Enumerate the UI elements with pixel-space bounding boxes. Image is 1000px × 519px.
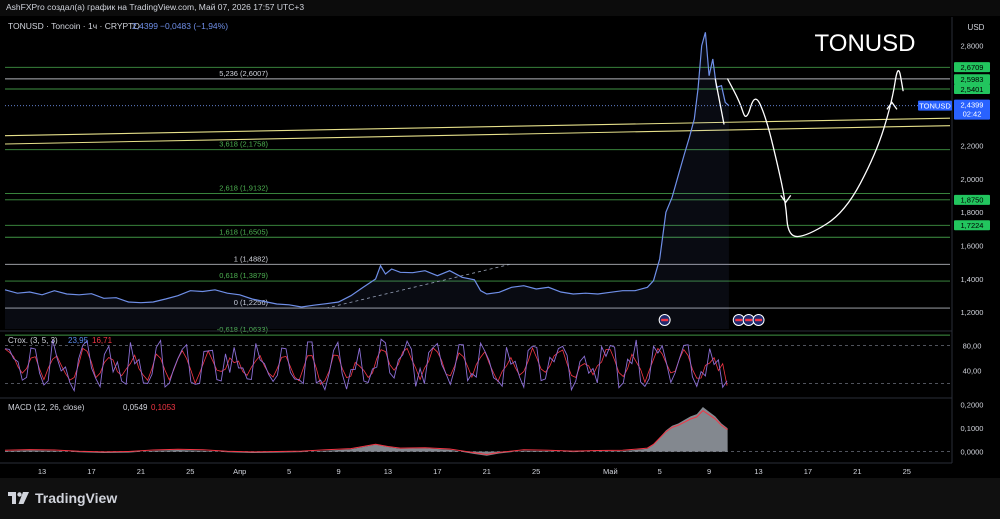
time-tick-label: 9 xyxy=(336,467,340,476)
time-tick-label: 25 xyxy=(903,467,911,476)
price-tick-label: 1,8000 xyxy=(961,208,984,217)
time-scale-background xyxy=(0,463,1000,478)
stochastic-d-value: 16,71 xyxy=(92,336,113,345)
macd-scale-labels: 0,2000 0,1000 0,0000 xyxy=(961,400,984,456)
price-tick-label: 2,2000 xyxy=(961,141,984,150)
time-tick-label: 5 xyxy=(658,467,662,476)
price-tick-label: 1,2000 xyxy=(961,308,984,317)
price-tick-label: 1,4000 xyxy=(961,275,984,284)
price-level-tag: 2,5401 xyxy=(961,85,984,94)
fibonacci-level-label: 5,236 (2,6007) xyxy=(219,69,268,78)
price-tick-label: 2,8000 xyxy=(961,41,984,50)
stochastic-label: Стох. (3, 5, 3) xyxy=(8,336,58,345)
time-tick-label: 21 xyxy=(483,467,491,476)
price-level-tag: 2,5983 xyxy=(961,75,984,84)
publish-line: AshFXPro создал(а) график на TradingView… xyxy=(6,2,305,12)
macd-value: 0,0549 xyxy=(123,403,148,412)
macd-label: MACD (12, 26, close) xyxy=(8,403,85,412)
price-tick-label: 1,6000 xyxy=(961,241,984,250)
fibonacci-level-label: 0,618 (1,3879) xyxy=(219,271,268,280)
tradingview-brand-text: TradingView xyxy=(35,490,118,506)
fibonacci-level-label: 2,618 (1,9132) xyxy=(219,183,268,192)
time-tick-label: Апр xyxy=(233,467,246,476)
macd-scale-label: 0,1000 xyxy=(961,424,984,433)
tradingview-logo[interactable]: TradingView xyxy=(8,490,117,506)
fibonacci-level-label: 1 (1,4882) xyxy=(234,254,269,263)
event-flag-stripe xyxy=(735,318,743,322)
macd-scale-label: 0,0000 xyxy=(961,447,984,456)
last-price-countdown: 02:42 xyxy=(963,110,982,119)
fibonacci-level-label: 1,618 (1,6505) xyxy=(219,227,268,236)
symbol-name: TONUSD · Toncoin · 1ч · CRYPTO xyxy=(8,21,140,31)
currency-label[interactable]: USD xyxy=(968,23,985,32)
time-tick-label: 13 xyxy=(754,467,762,476)
time-tick-label: 9 xyxy=(707,467,711,476)
time-tick-label: 17 xyxy=(433,467,441,476)
time-tick-label: 21 xyxy=(853,467,861,476)
symbol-watermark: TONUSD xyxy=(815,30,916,57)
stochastic-scale-label: 40,00 xyxy=(963,367,982,376)
price-level-tag: 1,7224 xyxy=(961,221,984,230)
event-flag-stripe xyxy=(745,318,753,322)
price-scale[interactable]: USD 2,80002,60002,40002,20002,00001,8000… xyxy=(951,17,1000,463)
time-tick-label: 17 xyxy=(87,467,95,476)
last-price-value: 2,4399 xyxy=(961,101,984,110)
fibonacci-level-label: 3,618 (2,1758) xyxy=(219,140,268,149)
time-tick-label: 13 xyxy=(384,467,392,476)
last-price-symbol: TONUSD xyxy=(919,101,951,110)
price-level-tag: 2,6709 xyxy=(961,63,984,72)
event-flag-stripe xyxy=(755,318,763,322)
symbol-price: 2,4399 xyxy=(132,21,158,31)
price-tick-label: 2,0000 xyxy=(961,175,984,184)
tradingview-logo-icon xyxy=(8,492,29,504)
stochastic-scale-label: 80,00 xyxy=(963,341,982,350)
chart[interactable]: 5,236 (2,6007) 3,618 (2,1758) 2,618 (1,913… xyxy=(0,17,1000,478)
time-scale[interactable]: 13 17 21 25 Апр 5 9 13 17 21 25 Май 5 9 13 17 21 25 xyxy=(0,462,1000,478)
time-tick-label: Май xyxy=(603,467,618,476)
chart-background xyxy=(0,17,1000,478)
time-tick-label: 17 xyxy=(804,467,812,476)
symbol-change: −0,0483 (−1,94%) xyxy=(160,21,228,31)
time-tick-label: 5 xyxy=(287,467,291,476)
footer: TradingView xyxy=(0,478,1000,519)
macd-scale-label: 0,2000 xyxy=(961,400,984,409)
price-level-tag: 1,8750 xyxy=(961,196,984,205)
time-tick-label: 25 xyxy=(532,467,540,476)
macd-signal-value: 0,1053 xyxy=(151,403,176,412)
publish-header: AshFXPro создал(а) график на TradingView… xyxy=(0,0,1000,16)
time-tick-label: 25 xyxy=(186,467,194,476)
symbol-legend: TONUSD · Toncoin · 1ч · CRYPTO 2,4399 −0… xyxy=(8,21,228,31)
time-tick-label: 13 xyxy=(38,467,46,476)
stochastic-k-value: 23,95 xyxy=(68,336,89,345)
event-flag-stripe xyxy=(661,318,669,322)
time-tick-label: 21 xyxy=(137,467,145,476)
